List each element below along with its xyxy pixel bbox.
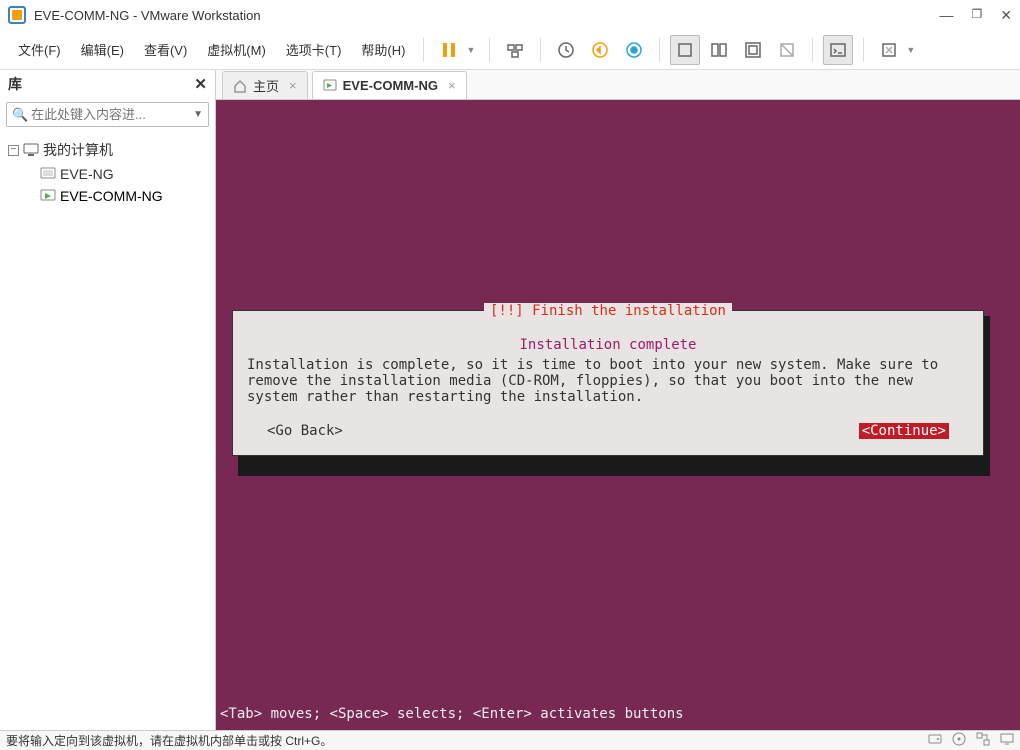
keyboard-hint: <Tab> moves; <Space> selects; <Enter> ac… xyxy=(220,706,684,722)
separator xyxy=(540,38,541,62)
vm-icon xyxy=(40,167,56,181)
tabs-row: 主页 × EVE-COMM-NG × xyxy=(216,70,1020,100)
view-fullscreen-button[interactable] xyxy=(738,35,768,65)
stretch-button[interactable] xyxy=(874,35,904,65)
tree-root[interactable]: − 我的计算机 xyxy=(4,137,211,163)
disk-icon[interactable] xyxy=(928,732,942,749)
dialog-title: [!!] Finish the installation xyxy=(484,303,732,319)
main-area: 库 ✕ 🔍 ▼ − 我的计算机 EVE-NG xyxy=(0,70,1020,730)
menubar: 文件(F) 编辑(E) 查看(V) 虚拟机(M) 选项卡(T) 帮助(H) ▼ … xyxy=(0,30,1020,70)
content-area: 主页 × EVE-COMM-NG × [!!] Finish the insta… xyxy=(216,70,1020,730)
tree-item-label: EVE-NG xyxy=(60,166,114,182)
display-icon[interactable] xyxy=(1000,732,1014,749)
tab-label: EVE-COMM-NG xyxy=(343,78,438,93)
continue-button[interactable]: <Continue> xyxy=(859,423,949,439)
view-multi-button[interactable] xyxy=(704,35,734,65)
menu-help[interactable]: 帮助(H) xyxy=(353,36,413,63)
vm-running-icon xyxy=(40,189,56,203)
computer-icon xyxy=(23,143,39,157)
sidebar-header: 库 ✕ xyxy=(0,70,215,98)
snapshot-button[interactable] xyxy=(551,35,581,65)
close-button[interactable]: ✕ xyxy=(1000,7,1012,24)
home-icon xyxy=(233,79,247,93)
window-controls: — ❐ ✕ xyxy=(940,7,1013,24)
dialog-subtitle: Installation complete xyxy=(247,337,969,353)
search-input[interactable] xyxy=(6,102,209,127)
installer-dialog: [!!] Finish the installation Installatio… xyxy=(232,310,984,456)
revert-snapshot-button[interactable] xyxy=(585,35,615,65)
tab-close-button[interactable]: × xyxy=(448,78,456,93)
tab-vm[interactable]: EVE-COMM-NG × xyxy=(312,71,467,99)
status-message: 要将输入定向到该虚拟机，请在虚拟机内部单击或按 Ctrl+G。 xyxy=(6,732,928,749)
vm-console[interactable]: [!!] Finish the installation Installatio… xyxy=(216,100,1020,730)
cd-icon[interactable] xyxy=(952,732,966,749)
menu-file[interactable]: 文件(F) xyxy=(10,36,69,63)
vm-running-icon xyxy=(323,79,337,93)
chevron-down-icon[interactable]: ▼ xyxy=(193,109,203,120)
statusbar: 要将输入定向到该虚拟机，请在虚拟机内部单击或按 Ctrl+G。 xyxy=(0,730,1020,750)
console-button[interactable] xyxy=(823,35,853,65)
tree-root-label: 我的计算机 xyxy=(43,140,113,160)
manage-snapshots-button[interactable] xyxy=(619,35,649,65)
view-single-button[interactable] xyxy=(670,35,700,65)
sidebar-search: 🔍 ▼ xyxy=(6,102,209,127)
tab-home[interactable]: 主页 × xyxy=(222,71,308,99)
separator xyxy=(423,38,424,62)
titlebar: EVE-COMM-NG - VMware Workstation — ❐ ✕ xyxy=(0,0,1020,30)
chevron-down-icon[interactable]: ▼ xyxy=(466,45,475,55)
sidebar-title: 库 xyxy=(8,74,22,94)
go-back-button[interactable]: <Go Back> xyxy=(267,423,343,439)
minimize-button[interactable]: — xyxy=(940,7,954,24)
chevron-down-icon[interactable]: ▼ xyxy=(906,45,915,55)
maximize-button[interactable]: ❐ xyxy=(972,7,983,24)
search-icon: 🔍 xyxy=(12,107,28,123)
network-icon[interactable] xyxy=(976,732,990,749)
dialog-body: Installation is complete, so it is time … xyxy=(247,357,969,405)
menu-edit[interactable]: 编辑(E) xyxy=(73,36,132,63)
collapse-icon[interactable]: − xyxy=(8,145,19,156)
menu-view[interactable]: 查看(V) xyxy=(136,36,195,63)
library-tree: − 我的计算机 EVE-NG EVE-COMM-NG xyxy=(0,131,215,213)
menu-tabs[interactable]: 选项卡(T) xyxy=(278,36,350,63)
tab-close-button[interactable]: × xyxy=(289,78,297,93)
window-title: EVE-COMM-NG - VMware Workstation xyxy=(34,8,940,23)
tab-label: 主页 xyxy=(253,76,279,95)
unity-button[interactable] xyxy=(772,35,802,65)
library-sidebar: 库 ✕ 🔍 ▼ − 我的计算机 EVE-NG xyxy=(0,70,216,730)
tree-item-label: EVE-COMM-NG xyxy=(60,188,163,204)
status-icons xyxy=(928,732,1014,749)
separator xyxy=(863,38,864,62)
separator xyxy=(659,38,660,62)
send-ctrl-alt-del-button[interactable] xyxy=(500,35,530,65)
pause-button[interactable] xyxy=(434,35,464,65)
app-icon xyxy=(8,6,26,24)
tree-item-eve-comm-ng[interactable]: EVE-COMM-NG xyxy=(36,185,211,207)
sidebar-close-button[interactable]: ✕ xyxy=(194,75,207,93)
menu-vm[interactable]: 虚拟机(M) xyxy=(199,36,274,63)
separator xyxy=(812,38,813,62)
tree-item-eve-ng[interactable]: EVE-NG xyxy=(36,163,211,185)
separator xyxy=(489,38,490,62)
